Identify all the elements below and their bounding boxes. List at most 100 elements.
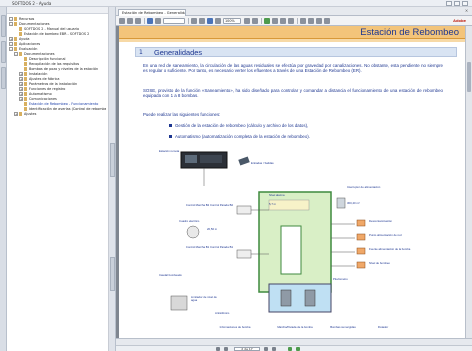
expand-toggle-icon[interactable]: -	[9, 41, 13, 46]
previous-page-icon[interactable]	[224, 347, 228, 351]
tree-node-label: Aplicaciones	[19, 41, 41, 46]
tree-node[interactable]: + Ajustes	[9, 111, 106, 116]
tree-node[interactable]: Estación de Rebombeo - Funcionamiento	[9, 101, 106, 106]
tree-node-label: Ajustes	[24, 111, 37, 116]
vertical-scrollbar[interactable]	[465, 26, 472, 338]
sign-icon[interactable]	[324, 18, 330, 24]
vertical-tab-contents[interactable]	[1, 15, 6, 37]
tree-node[interactable]: Identificación de averías (Control de re…	[9, 106, 106, 111]
tab-document[interactable]: Estación de Rebombeo - Generalidades	[118, 9, 186, 16]
expand-toggle-icon[interactable]: +	[19, 71, 23, 76]
comment-icon[interactable]	[300, 18, 306, 24]
tree-node-label: Recursos	[19, 16, 35, 21]
tree-node-label: Documentaciones	[19, 21, 50, 26]
expand-toggle-icon[interactable]: +	[19, 76, 23, 81]
contents-tree: - Recursos - Documentaciones SOFTDOS 2 - Man…	[7, 14, 108, 118]
document-page: Estación de Rebombeo 1 Generalidades En …	[119, 26, 465, 338]
book-icon	[24, 61, 27, 66]
close-icon[interactable]: ×	[464, 9, 469, 14]
side-tab-comments[interactable]	[110, 143, 115, 177]
expand-toggle-icon[interactable]: +	[19, 91, 23, 96]
horizontal-scrollbar[interactable]	[116, 338, 472, 345]
paragraph-functions: Puede realizar las siguientes funciones:	[143, 112, 221, 117]
contents-toolbar	[7, 7, 108, 14]
tree-node-label: Evaluación	[19, 46, 38, 51]
expand-toggle-icon[interactable]: -	[9, 46, 13, 51]
book-icon	[19, 31, 22, 36]
left-vertical-tabs	[0, 7, 7, 351]
vertical-tab-index[interactable]	[1, 41, 6, 63]
expand-toggle-icon[interactable]: -	[9, 16, 13, 21]
bullet-gestion: Gestión de la estación de rebombeo (cálc…	[169, 123, 439, 128]
book-icon	[24, 71, 27, 76]
select-icon[interactable]	[147, 18, 153, 24]
tree-node[interactable]: Bombas de pozo y niveles de la estación	[9, 66, 106, 71]
expand-toggle-icon[interactable]: +	[9, 36, 13, 41]
zoom-in-icon[interactable]	[199, 18, 205, 24]
label-info-bomba: Informaciones de bomba	[219, 325, 251, 329]
station-diagram: Estación remota Entradas / Salidas Contr…	[119, 146, 465, 338]
last-page-icon[interactable]	[272, 347, 276, 351]
rotate-icon[interactable]	[252, 18, 258, 24]
label-descontaminacion: Descontaminación	[369, 219, 393, 223]
maximize-icon[interactable]	[454, 1, 460, 6]
toolbar-separator	[261, 18, 262, 24]
last-page-icon[interactable]	[288, 18, 294, 24]
label-valor-2: 20,50 m	[207, 227, 218, 231]
expand-toggle-icon[interactable]: +	[14, 111, 18, 116]
tree-node-label: Parámetros de la instalación	[29, 81, 78, 86]
expand-toggle-icon[interactable]: +	[19, 86, 23, 91]
bullet-icon	[169, 124, 172, 128]
hand-icon[interactable]	[155, 18, 161, 24]
next-page-icon[interactable]	[272, 18, 278, 24]
go-forward-icon[interactable]	[296, 347, 300, 351]
zoom-out-icon[interactable]	[191, 18, 197, 24]
book-icon	[19, 51, 22, 56]
book-icon	[14, 46, 17, 51]
first-page-icon[interactable]	[280, 18, 286, 24]
tree-node-label: Estación de Rebombeo - Funcionamiento	[29, 101, 99, 106]
paragraph-sose: SOSE, provisto de la función «Saneamient…	[143, 88, 443, 99]
book-icon	[14, 36, 17, 41]
expand-toggle-icon[interactable]: -	[14, 51, 18, 56]
highlight-icon[interactable]	[308, 18, 314, 24]
label-control-b2: Control Marcha B2 Control Parada B2	[185, 203, 233, 207]
label-flotador: Flotador	[377, 325, 389, 329]
expand-toggle-icon[interactable]: +	[19, 96, 23, 101]
fit-page-icon[interactable]	[207, 18, 213, 24]
tree-node-label: Identificación de averías (Control de re…	[29, 106, 106, 111]
close-icon[interactable]	[462, 1, 468, 6]
paragraph-intro: En una red de saneamiento, la circulació…	[143, 63, 443, 74]
viewer-tabbar: Estación de Rebombeo - Generalidades ×	[116, 7, 472, 16]
bullet-automatismo: Automatismo (automatización completa de …	[169, 134, 439, 139]
zoom-field[interactable]: 100%	[223, 18, 241, 24]
previous-page-icon[interactable]	[264, 18, 270, 24]
book-icon	[24, 66, 27, 71]
vertical-tab-search[interactable]	[1, 67, 6, 89]
save-icon[interactable]	[119, 18, 125, 24]
document-viewer: Estación de Rebombeo - Generalidades × 1…	[116, 7, 472, 351]
email-icon[interactable]	[135, 18, 141, 24]
viewer-statusbar: 2 de 17	[116, 345, 472, 351]
go-back-icon[interactable]	[288, 347, 292, 351]
attach-icon[interactable]	[316, 18, 322, 24]
next-page-icon[interactable]	[264, 347, 268, 351]
label-nivel-alarma: Nivel alarma	[269, 193, 285, 197]
tree-node-label: Documentaciones	[24, 51, 55, 56]
side-tab-pages[interactable]	[110, 257, 115, 291]
minimize-icon[interactable]	[446, 1, 452, 6]
scrollbar-thumb[interactable]	[467, 62, 471, 92]
page-number-field[interactable]: 2 de 17	[234, 347, 260, 351]
section-title: Generalidades	[154, 48, 203, 57]
first-page-icon[interactable]	[216, 347, 220, 351]
expand-toggle-icon[interactable]: -	[9, 21, 13, 26]
fit-width-icon[interactable]	[215, 18, 221, 24]
search-input[interactable]	[163, 18, 185, 24]
expand-toggle-icon[interactable]: +	[19, 81, 23, 86]
print-icon[interactable]	[127, 18, 133, 24]
chevron-down-icon[interactable]	[244, 18, 250, 24]
